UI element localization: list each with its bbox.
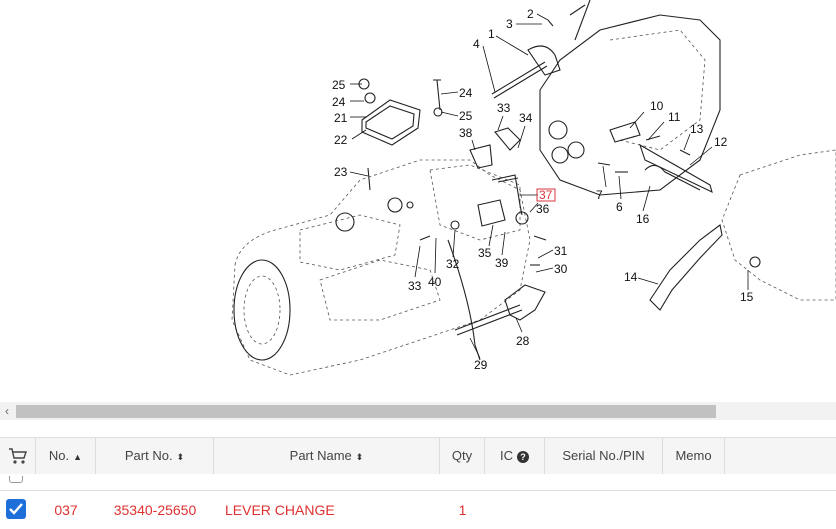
sort-both-icon[interactable]: ⬍ <box>356 452 364 462</box>
cover-plate <box>358 78 443 146</box>
serial-header-label: Serial No./PIN <box>562 448 645 463</box>
parts-diagram: 2 3 1 4 25 24 21 22 24 25 23 10 11 13 12… <box>0 0 836 400</box>
row-no: 037 <box>54 502 78 518</box>
table-header: No. ▲ Part No. ⬍ Part Name ⬍ Qty IC? Serial… <box>0 437 836 475</box>
help-icon[interactable]: ? <box>517 450 529 463</box>
callout-15: 15 <box>740 290 754 304</box>
callout-23: 23 <box>334 165 348 179</box>
qty-column-header: Qty <box>440 438 485 474</box>
part-no-column-header[interactable]: Part No. ⬍ <box>96 438 214 474</box>
horizontal-scrollbar[interactable]: ‹ <box>0 402 836 420</box>
callout-2: 2 <box>527 7 534 21</box>
callout-37: 37 <box>539 188 553 202</box>
callout-40: 40 <box>428 275 442 289</box>
row-part-no: 35340-25650 <box>113 502 197 518</box>
side-housing <box>721 149 836 301</box>
exploded-view-drawing: 2 3 1 4 25 24 21 22 24 25 23 10 11 13 12… <box>231 0 836 376</box>
row-part-name: LEVER CHANGE <box>225 502 335 518</box>
part-name-column-header[interactable]: Part Name ⬍ <box>214 438 440 474</box>
memo-header-label: Memo <box>675 448 712 463</box>
callout-labels: 2 3 1 4 25 24 21 22 24 25 23 10 11 13 12… <box>332 7 754 372</box>
callout-32: 33 <box>408 279 422 293</box>
callout-14: 14 <box>624 270 638 284</box>
scroll-left-arrow-icon[interactable]: ‹ <box>0 402 14 420</box>
transmission-housing <box>231 159 531 376</box>
partial-checkbox[interactable] <box>9 476 23 483</box>
callout-4: 4 <box>473 37 480 51</box>
part-name-header-label: Part Name <box>289 448 352 463</box>
cart-icon <box>8 448 27 464</box>
callout-16: 16 <box>636 212 650 226</box>
callout-36: 36 <box>536 202 550 216</box>
callout-35: 35 <box>478 246 492 260</box>
sort-asc-icon[interactable]: ▲ <box>73 452 82 462</box>
callout-10: 10 <box>650 99 664 113</box>
callout-21: 21 <box>334 111 348 125</box>
row-select-cell[interactable] <box>0 491 36 527</box>
callout-1: 1 <box>488 27 495 41</box>
no-header-label: No. <box>48 448 70 463</box>
ic-header-label: IC <box>500 448 513 463</box>
callout-13: 13 <box>690 122 704 136</box>
part-no-header-label: Part No. <box>124 448 173 463</box>
callout-24: 24 <box>459 86 473 100</box>
callout-3: 3 <box>506 17 513 31</box>
callout-29: 30 <box>554 262 568 276</box>
rear-housing <box>539 14 721 196</box>
callout-27: 28 <box>516 334 530 348</box>
callout-12: 12 <box>714 135 728 149</box>
table-row[interactable]: 037 35340-25650 LEVER CHANGE 1 <box>0 491 836 527</box>
callout-25b: 25 <box>459 109 473 123</box>
row-checkbox[interactable] <box>6 499 26 519</box>
parts-table: No. ▲ Part No. ⬍ Part Name ⬍ Qty IC? Serial… <box>0 437 836 527</box>
leader-lines <box>349 13 749 359</box>
row-ic <box>485 491 545 527</box>
callout-38: 38 <box>459 126 473 140</box>
callout-22: 22 <box>334 133 348 147</box>
callout-7: 7 <box>596 188 603 202</box>
callout-26: 25 <box>332 78 346 92</box>
no-column-header[interactable]: No. ▲ <box>36 438 96 474</box>
checkmark-icon <box>9 503 23 515</box>
sort-both-icon[interactable]: ⬍ <box>177 452 185 462</box>
memo-column-header: Memo <box>663 438 725 474</box>
callout-30: 31 <box>554 244 568 258</box>
scrollbar-thumb[interactable] <box>16 405 716 418</box>
callout-11: 11 <box>668 110 681 124</box>
callout-25a: 24 <box>332 95 346 109</box>
row-serial <box>545 491 663 527</box>
callout-33: 33 <box>497 101 511 115</box>
partial-row <box>0 474 836 491</box>
qty-header-label: Qty <box>451 448 473 463</box>
callout-39: 39 <box>495 256 509 270</box>
row-qty: 1 <box>458 502 467 518</box>
cart-column-header <box>0 438 36 474</box>
row-memo <box>663 491 725 527</box>
ic-column-header: IC? <box>485 438 545 474</box>
callout-34: 34 <box>519 111 533 125</box>
callout-6: 6 <box>616 200 623 214</box>
callout-31: 32 <box>446 257 460 271</box>
callout-28: 29 <box>474 358 488 372</box>
serial-column-header: Serial No./PIN <box>545 438 663 474</box>
